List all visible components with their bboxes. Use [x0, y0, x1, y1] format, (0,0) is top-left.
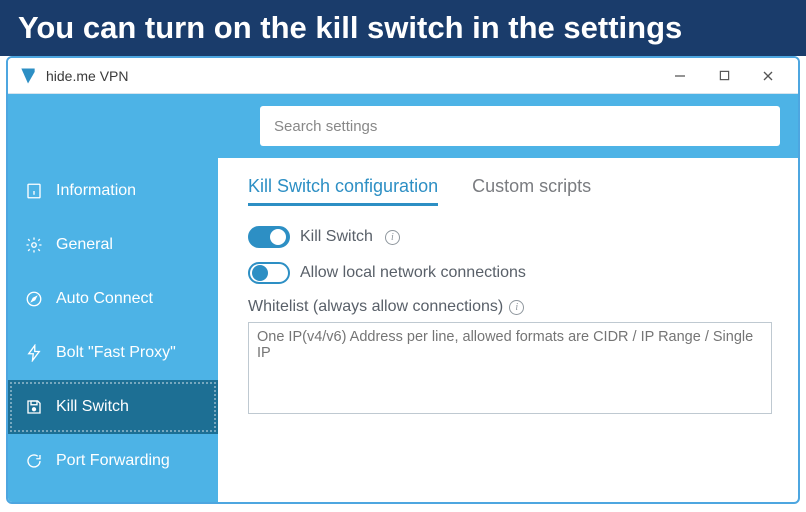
sidebar-item-label: General: [56, 236, 113, 254]
settings-sidebar: Information General Auto Connect Bolt "F…: [8, 158, 218, 502]
sidebar-item-label: Port Forwarding: [56, 452, 170, 470]
sidebar-item-auto-connect[interactable]: Auto Connect: [8, 272, 218, 326]
sidebar-item-information[interactable]: Information: [8, 164, 218, 218]
information-icon: [24, 181, 44, 201]
search-input[interactable]: [260, 106, 780, 146]
window-title: hide.me VPN: [46, 68, 128, 84]
close-button[interactable]: [746, 61, 790, 91]
save-disk-icon: [24, 397, 44, 417]
app-logo-icon: [18, 66, 38, 86]
tab-kill-switch-config[interactable]: Kill Switch configuration: [248, 176, 438, 206]
sidebar-item-general[interactable]: General: [8, 218, 218, 272]
sidebar-item-label: Information: [56, 182, 136, 200]
app-window: hide.me VPN Information: [6, 56, 800, 504]
sidebar-item-port-forwarding[interactable]: Port Forwarding: [8, 434, 218, 488]
sidebar-item-bolt-proxy[interactable]: Bolt "Fast Proxy": [8, 326, 218, 380]
sidebar-item-label: Bolt "Fast Proxy": [56, 344, 176, 362]
kill-switch-toggle-label: Kill Switch: [300, 228, 373, 246]
refresh-icon: [24, 451, 44, 471]
sidebar-item-kill-switch[interactable]: Kill Switch: [8, 380, 218, 434]
info-icon[interactable]: i: [509, 300, 524, 315]
allow-local-toggle[interactable]: [248, 262, 290, 284]
minimize-button[interactable]: [658, 61, 702, 91]
whitelist-textarea[interactable]: [248, 322, 772, 414]
settings-content: Kill Switch configuration Custom scripts…: [218, 158, 798, 502]
bolt-icon: [24, 343, 44, 363]
allow-local-toggle-label: Allow local network connections: [300, 264, 526, 282]
instructional-banner: You can turn on the kill switch in the s…: [0, 0, 806, 56]
gear-icon: [24, 235, 44, 255]
content-tabs: Kill Switch configuration Custom scripts: [248, 176, 772, 206]
kill-switch-toggle[interactable]: [248, 226, 290, 248]
maximize-button[interactable]: [702, 61, 746, 91]
compass-icon: [24, 289, 44, 309]
sidebar-item-label: Auto Connect: [56, 290, 153, 308]
info-icon[interactable]: i: [385, 230, 400, 245]
search-bar-row: [8, 94, 798, 158]
sidebar-item-label: Kill Switch: [56, 398, 129, 416]
title-bar: hide.me VPN: [8, 58, 798, 94]
whitelist-label: Whitelist (always allow connections): [248, 298, 503, 316]
tab-custom-scripts[interactable]: Custom scripts: [472, 176, 591, 206]
